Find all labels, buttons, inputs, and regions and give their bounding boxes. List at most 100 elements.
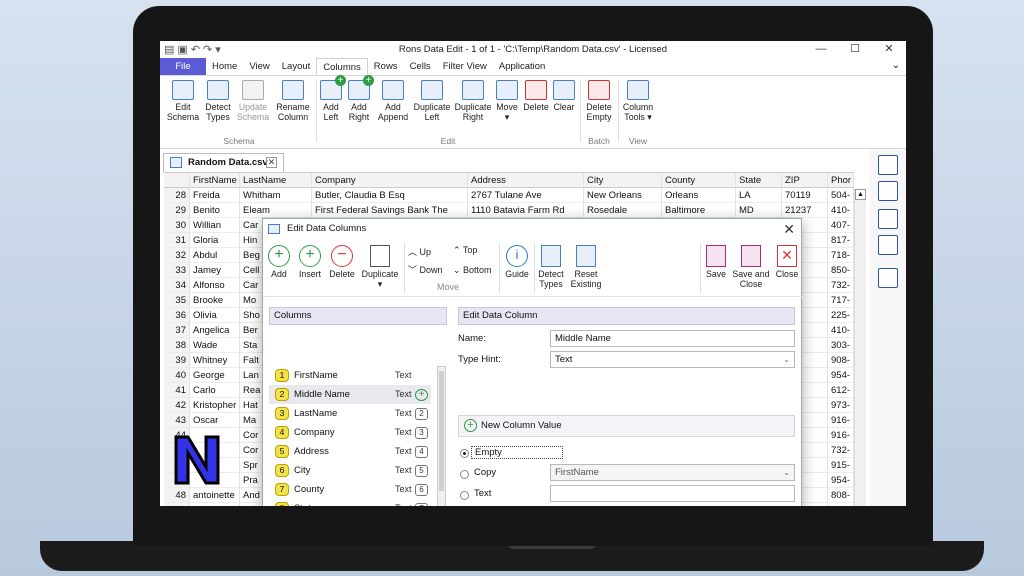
dialog-close-icon[interactable]: ✕ [783,219,795,239]
table-cell[interactable]: Benito [190,203,240,218]
table-cell[interactable]: Gloria [190,233,240,248]
text-option-label[interactable]: Text [474,488,491,499]
table-cell[interactable]: LA [736,188,782,203]
table-cell[interactable]: Olivia [190,308,240,323]
table-cell[interactable]: 732- [828,443,854,458]
table-cell[interactable]: 973- [828,398,854,413]
close-document-icon[interactable]: ✕ [266,157,277,168]
table-cell[interactable] [828,503,854,506]
column-tools-button[interactable]: Column Tools ▾ [620,80,656,122]
list-item[interactable]: 6 City Text 5 [269,461,431,480]
table-cell[interactable]: 916- [828,413,854,428]
list-item[interactable]: 8 State Text7 [269,499,431,506]
detect-types-button[interactable]: Detect Types [202,80,234,122]
table-cell[interactable]: Carlo [190,383,240,398]
table-cell[interactable]: Angelica [190,323,240,338]
edit-schema-button[interactable]: Edit Schema [166,80,200,122]
table-view-icon[interactable] [878,209,898,229]
table-cell[interactable]: First Federal Savings Bank The [312,203,468,218]
reset-existing-button[interactable]: Reset Existing [569,245,603,289]
table-row[interactable]: 29 Benito Eleam First Federal Savings Bank … [164,203,854,218]
tab-rows[interactable]: Rows [368,58,404,75]
scroll-thumb[interactable] [439,371,444,491]
save-and-close-button[interactable]: Save and Close [731,245,771,289]
list-item[interactable]: 1 FirstName Text [269,366,431,385]
move-up-button[interactable]: ︿ Up [408,247,431,258]
table-cell[interactable]: 410- [828,323,854,338]
move-bottom-button[interactable]: ⌄ Bottom [453,265,492,276]
columns-list[interactable]: 1 FirstName Text 2 Middle Name Text +3 LastName… [269,366,439,506]
table-cell[interactable]: 612- [828,383,854,398]
delete-column-button[interactable]: Delete [521,80,551,112]
table-cell[interactable]: Whitham [240,188,312,203]
copy-source-select[interactable]: FirstName ⌄ [550,464,795,481]
list-item[interactable]: 4 Company Text 3 [269,423,431,442]
table-cell[interactable]: 808- [828,488,854,503]
maximize-button[interactable]: ☐ [838,41,872,58]
close-dialog-button[interactable]: ✕ Close [773,245,801,279]
detect-types-dialog-button[interactable]: Detect Types [536,245,566,289]
table-cell[interactable]: Kristopher [190,398,240,413]
table-cell[interactable]: Butler, Claudia B Esq [312,188,468,203]
save-button[interactable]: Save [704,245,728,279]
table-cell[interactable]: 954- [828,473,854,488]
table-cell[interactable]: Oscar [190,413,240,428]
table-cell[interactable]: Whitney [190,353,240,368]
move-down-button[interactable]: ﹀ Down [408,265,443,276]
update-schema-button[interactable]: Update Schema [236,80,270,122]
tab-layout[interactable]: Layout [276,58,317,75]
minimize-button[interactable]: — [804,41,838,58]
name-field[interactable]: Middle Name [550,330,795,347]
table-cell[interactable]: Abdul [190,248,240,263]
add-left-button[interactable]: Add Left [318,75,346,122]
new-column-value-header[interactable]: + New Column Value [458,415,795,437]
table-cell[interactable]: 21237 [782,203,828,218]
clear-column-button[interactable]: Clear [551,80,577,112]
duplicate-button[interactable]: Duplicate ▾ [359,245,401,289]
list-item[interactable]: 7 County Text 6 [269,480,431,499]
console-icon[interactable] [878,268,898,288]
delete-empty-button[interactable]: Delete Empty [582,80,616,122]
grid-scrollbar[interactable]: ▲ [854,189,866,506]
empty-option-label[interactable]: Empty [471,446,563,459]
table-cell[interactable] [190,503,240,506]
add-right-button[interactable]: Add Right [345,75,374,122]
add-column-button[interactable]: + Add [266,245,292,279]
add-append-button[interactable]: Add Append [375,80,411,122]
tab-file[interactable]: File [160,58,206,75]
collapse-ribbon-icon[interactable]: ⌄ [892,60,900,71]
table-cell[interactable]: 717- [828,293,854,308]
table-cell[interactable]: Wade [190,338,240,353]
delete-button[interactable]: − Delete [326,245,358,279]
schema-info-icon[interactable] [878,155,898,175]
table-cell[interactable]: 410- [828,203,854,218]
table-cell[interactable]: 303- [828,338,854,353]
table-cell[interactable]: 954- [828,368,854,383]
text-value-field[interactable] [550,485,795,502]
table-cell[interactable]: 732- [828,278,854,293]
insert-column-button[interactable]: + Insert [295,245,325,279]
type-hint-select[interactable]: Text ⌄ [550,351,795,368]
text-radio[interactable] [460,491,469,500]
tab-view[interactable]: View [243,58,275,75]
table-cell[interactable]: 915- [828,458,854,473]
table-cell[interactable]: 504- [828,188,854,203]
tab-cells[interactable]: Cells [404,58,437,75]
columns-scrollbar[interactable] [437,366,446,506]
table-row[interactable]: 28 Freida Whitham Butler, Claudia B Esq 2767… [164,188,854,203]
empty-radio[interactable] [460,449,469,458]
table-cell[interactable]: 718- [828,248,854,263]
tab-filter-view[interactable]: Filter View [437,58,493,75]
table-cell[interactable]: New Orleans [584,188,662,203]
list-item[interactable]: 3 LastName Text 2 [269,404,431,423]
list-item[interactable]: 5 Address Text 4 [269,442,431,461]
table-cell[interactable]: 225- [828,308,854,323]
table-cell[interactable]: 407- [828,218,854,233]
table-cell[interactable]: Orleans [662,188,736,203]
table-cell[interactable]: Rosedale [584,203,662,218]
duplicate-right-button[interactable]: Duplicate Right [452,80,494,122]
table-cell[interactable]: Baltimore [662,203,736,218]
table-cell[interactable]: 850- [828,263,854,278]
list-item[interactable]: 2 Middle Name Text + [269,385,431,404]
guide-button[interactable]: i Guide [503,245,531,279]
